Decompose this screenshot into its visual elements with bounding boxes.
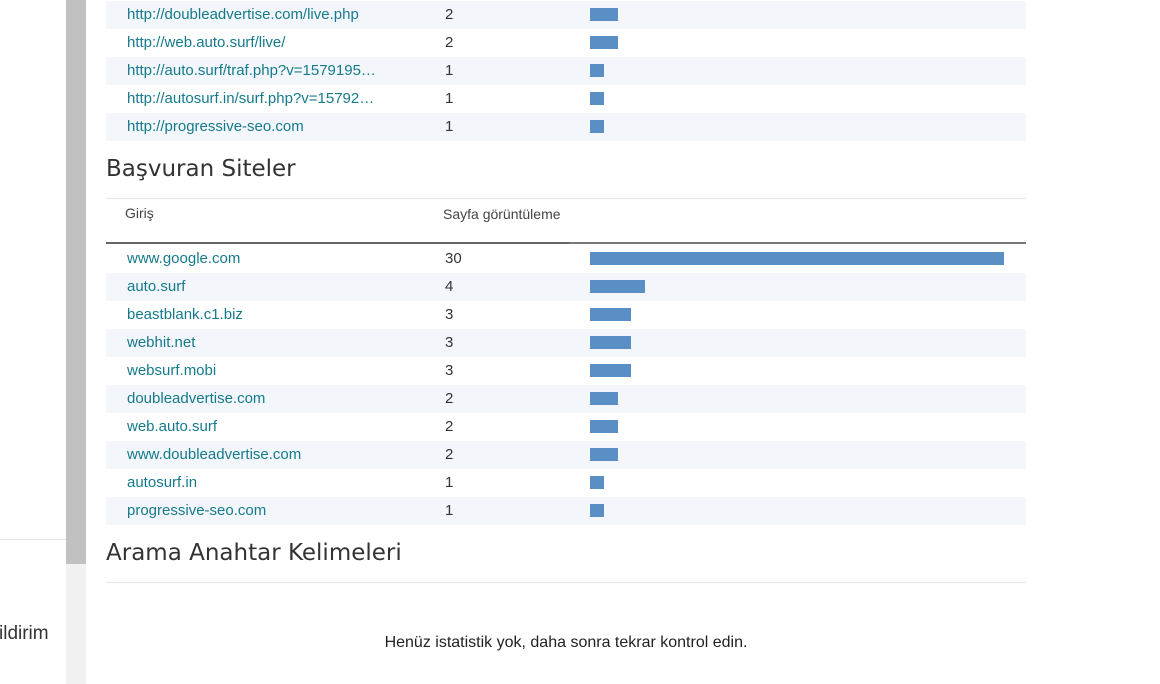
pageview-count: 3 — [445, 306, 454, 323]
bar-cell — [590, 301, 1010, 329]
pageview-count: 3 — [445, 334, 454, 351]
table-row: autosurf.in 1 — [106, 469, 1026, 497]
pageview-count: 2 — [445, 446, 454, 463]
pageview-bar — [590, 8, 618, 21]
pageview-bar — [590, 448, 618, 461]
header-underline — [106, 242, 569, 244]
pageview-count: 1 — [445, 118, 454, 135]
table-row: www.doubleadvertise.com 2 — [106, 441, 1026, 469]
table-row: http://web.auto.surf/live/2 — [106, 29, 1026, 57]
referrers-table-header: Giriş Sayfa görüntüleme — [106, 198, 1026, 245]
referrer-link[interactable]: progressive-seo.com — [127, 497, 399, 525]
table-row: web.auto.surf 2 — [106, 413, 1026, 441]
table-row: auto.surf 4 — [106, 273, 1026, 301]
pageview-bar — [590, 364, 631, 377]
url-link[interactable]: http://web.auto.surf/live/ — [127, 29, 399, 57]
bar-cell — [590, 57, 1010, 85]
pageview-bar — [590, 280, 645, 293]
pageview-count: 2 — [445, 34, 454, 51]
table-row: http://progressive-seo.com 1 — [106, 113, 1026, 141]
notification-menu-label[interactable]: ildirim — [0, 623, 49, 645]
table-row: progressive-seo.com 1 — [106, 497, 1026, 525]
referrer-link[interactable]: webhit.net — [127, 329, 399, 357]
table-row: beastblank.c1.biz 3 — [106, 301, 1026, 329]
bar-cell — [590, 497, 1010, 525]
bar-cell — [590, 1, 1010, 29]
keywords-divider — [106, 582, 1026, 583]
bar-cell — [590, 329, 1010, 357]
bar-cell — [590, 357, 1010, 385]
pageview-count: 30 — [445, 250, 462, 267]
table-row: http://doubleadvertise.com/live.php 2 — [106, 1, 1026, 29]
pageview-count: 2 — [445, 390, 454, 407]
url-link[interactable]: http://autosurf.in/surf.php?v=15792… — [127, 85, 399, 113]
scrollbar-thumb[interactable] — [66, 0, 86, 564]
column-header-entry[interactable]: Giriş — [125, 205, 154, 221]
referrer-link[interactable]: websurf.mobi — [127, 357, 399, 385]
table-row: websurf.mobi 3 — [106, 357, 1026, 385]
pageview-bar — [590, 504, 604, 517]
header-underline-bar — [569, 242, 1026, 244]
referrers-title: Başvuran Siteler — [106, 156, 296, 182]
pageview-count: 4 — [445, 278, 454, 295]
referrer-link[interactable]: web.auto.surf — [127, 413, 399, 441]
pageview-bar — [590, 92, 604, 105]
referrer-link[interactable]: auto.surf — [127, 273, 399, 301]
bar-cell — [590, 29, 1010, 57]
referrer-link[interactable]: doubleadvertise.com — [127, 385, 399, 413]
bar-cell — [590, 273, 1010, 301]
bar-cell — [590, 413, 1010, 441]
table-row: webhit.net 3 — [106, 329, 1026, 357]
pageview-count: 1 — [445, 474, 454, 491]
referrer-link[interactable]: beastblank.c1.biz — [127, 301, 399, 329]
referrer-link[interactable]: www.doubleadvertise.com — [127, 441, 399, 469]
pageview-count: 2 — [445, 6, 454, 23]
no-stats-message: Henüz istatistik yok, daha sonra tekrar … — [384, 634, 748, 651]
pageview-bar — [590, 336, 631, 349]
pageview-bar — [590, 476, 604, 489]
pageview-bar — [590, 308, 631, 321]
bar-cell — [590, 85, 1010, 113]
pageview-bar — [590, 120, 604, 133]
pageview-bar — [590, 64, 604, 77]
pageview-count: 2 — [445, 418, 454, 435]
pageview-bar — [590, 420, 618, 433]
table-row: doubleadvertise.com 2 — [106, 385, 1026, 413]
bar-cell — [590, 385, 1010, 413]
bar-cell — [590, 245, 1010, 273]
referrer-link[interactable]: www.google.com — [127, 245, 399, 273]
table-row: http://auto.surf/traf.php?v=1579195… 1 — [106, 57, 1026, 85]
table-row: http://autosurf.in/surf.php?v=15792… 1 — [106, 85, 1026, 113]
left-admin-menu: ildirim — [0, 0, 66, 684]
table-row: www.google.com 30 — [106, 245, 1026, 273]
pageview-bar — [590, 36, 618, 49]
pageview-count: 1 — [445, 62, 454, 79]
url-link[interactable]: http://doubleadvertise.com/live.php — [127, 1, 399, 29]
url-link[interactable]: http://progressive-seo.com — [127, 113, 399, 141]
pageview-bar — [590, 392, 618, 405]
bar-cell — [590, 469, 1010, 497]
bar-cell — [590, 441, 1010, 469]
column-header-pageviews[interactable]: Sayfa görüntüleme — [443, 205, 563, 223]
pageview-count: 1 — [445, 502, 454, 519]
search-keywords-title: Arama Anahtar Kelimeleri — [106, 540, 402, 566]
bar-cell — [590, 113, 1010, 141]
pageview-count: 1 — [445, 90, 454, 107]
scrollbar-track[interactable] — [66, 0, 86, 684]
pageview-bar — [590, 252, 1004, 265]
menu-divider — [0, 539, 66, 540]
referrer-link[interactable]: autosurf.in — [127, 469, 399, 497]
url-link[interactable]: http://auto.surf/traf.php?v=1579195… — [127, 57, 399, 85]
pageview-count: 3 — [445, 362, 454, 379]
